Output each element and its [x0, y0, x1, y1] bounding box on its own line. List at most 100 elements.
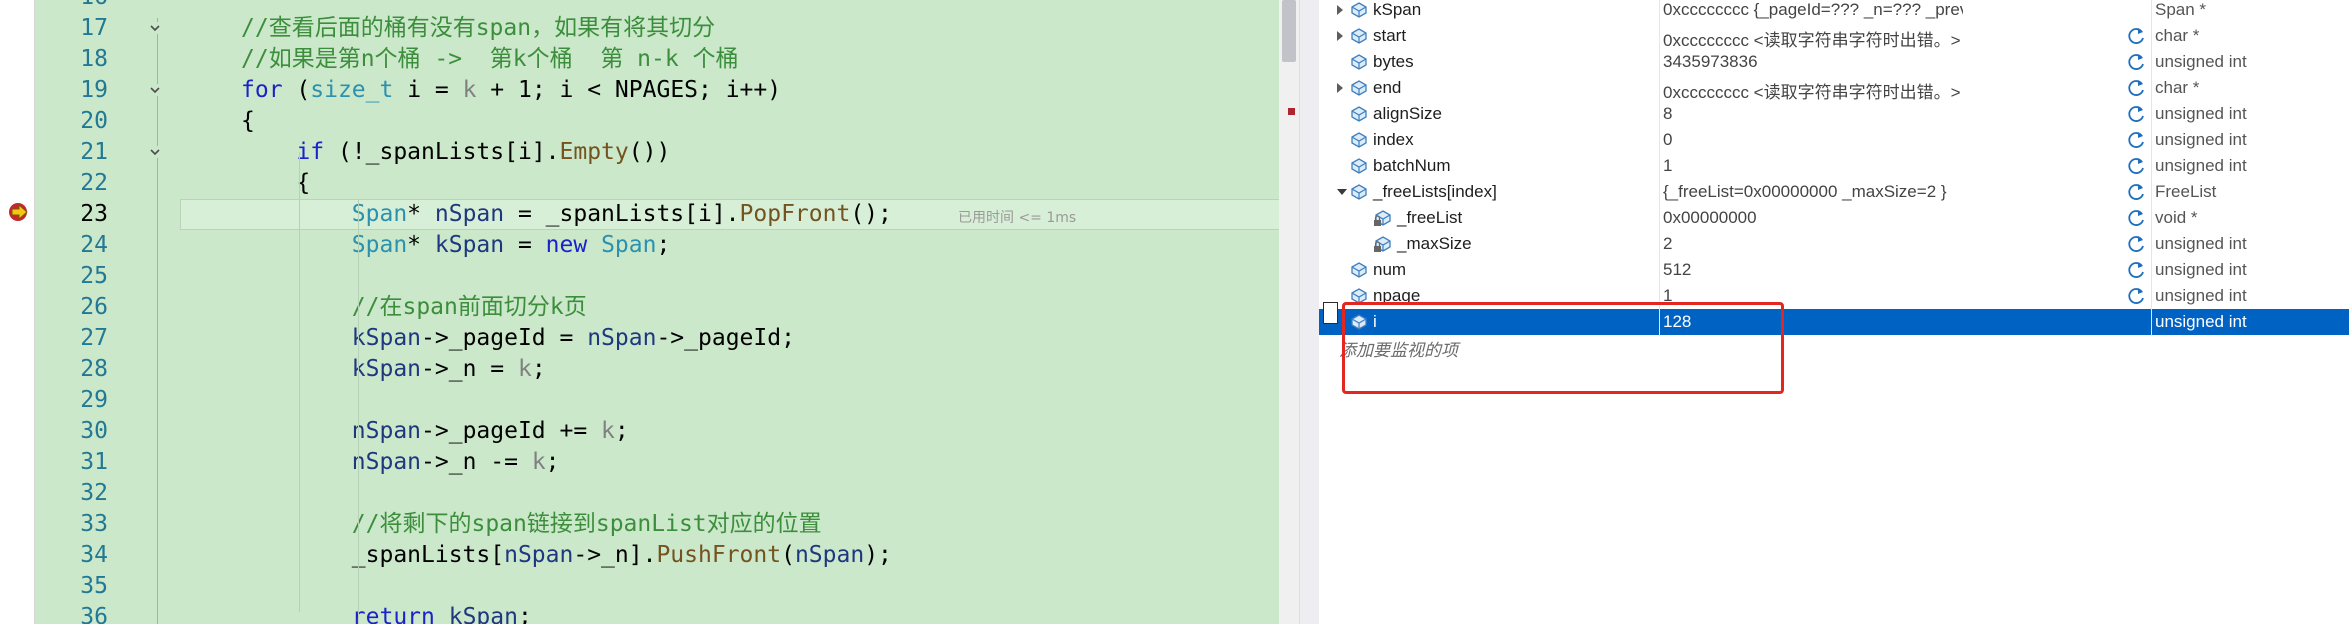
watch-name[interactable]: _freeLists[index]: [1373, 182, 1497, 202]
code-line[interactable]: 29: [35, 385, 1279, 416]
watch-name[interactable]: batchNum: [1373, 156, 1450, 176]
watch-row[interactable]: start 0xcccccccc <读取字符串字符时出错。> char *: [1319, 23, 2349, 51]
code-text[interactable]: for (size_t i = k + 1; i < NPAGES; i++): [241, 75, 781, 106]
code-text[interactable]: nSpan->_n -= k;: [241, 447, 560, 478]
watch-type: char *: [2155, 26, 2200, 45]
watch-value[interactable]: 0xcccccccc <读取字符串字符时出错。>: [1663, 78, 1963, 103]
code-line[interactable]: 31 nSpan->_n -= k;: [35, 447, 1279, 478]
editor-scroll-thumb[interactable]: [1282, 0, 1296, 62]
watch-row[interactable]: index 0 unsigned int: [1319, 127, 2349, 153]
refresh-icon[interactable]: [2127, 234, 2147, 254]
column-separator[interactable]: [2151, 0, 2152, 336]
code-text[interactable]: return kSpan;: [241, 602, 532, 624]
panel-splitter[interactable]: [1299, 0, 1320, 624]
watch-name[interactable]: _maxSize: [1397, 234, 1472, 254]
watch-name[interactable]: _freeList: [1397, 208, 1462, 228]
editor-vertical-scrollbar[interactable]: [1279, 0, 1299, 624]
expand-arrow-icon[interactable]: [1337, 31, 1343, 41]
code-text[interactable]: Span* kSpan = new Span;: [241, 230, 671, 261]
watch-value[interactable]: 8: [1663, 104, 1963, 124]
code-line[interactable]: 24 Span* kSpan = new Span;: [35, 230, 1279, 261]
code-text[interactable]: //将剩下的span链接到spanList对应的位置: [241, 509, 822, 540]
line-number: 17: [80, 15, 108, 41]
watch-value[interactable]: 0: [1663, 130, 1963, 150]
watch-row[interactable]: end 0xcccccccc <读取字符串字符时出错。> char *: [1319, 75, 2349, 103]
watch-name[interactable]: num: [1373, 260, 1406, 280]
refresh-icon[interactable]: [2127, 156, 2147, 176]
refresh-icon[interactable]: [2127, 52, 2147, 72]
refresh-icon[interactable]: [2127, 286, 2147, 306]
refresh-icon[interactable]: [2127, 130, 2147, 150]
watch-value[interactable]: {_freeList=0x00000000 _maxSize=2 }: [1663, 182, 1963, 202]
code-line[interactable]: 28 kSpan->_n = k;: [35, 354, 1279, 385]
refresh-icon[interactable]: [2127, 78, 2147, 98]
expand-arrow-icon[interactable]: [1337, 5, 1343, 15]
watch-name[interactable]: index: [1373, 130, 1414, 150]
code-text[interactable]: //如果是第n个桶 -> 第k个桶 第 n-k 个桶: [241, 44, 739, 75]
code-line[interactable]: 22 {: [35, 168, 1279, 199]
watch-row[interactable]: alignSize 8 unsigned int: [1319, 101, 2349, 127]
code-line[interactable]: 19 for (size_t i = k + 1; i < NPAGES; i++…: [35, 75, 1279, 106]
watch-name[interactable]: end: [1373, 78, 1401, 98]
code-line[interactable]: 36 return kSpan;: [35, 602, 1279, 624]
code-line[interactable]: 27 kSpan->_pageId = nSpan->_pageId;: [35, 323, 1279, 354]
watch-value[interactable]: 512: [1663, 260, 1963, 280]
code-text[interactable]: //查看后面的桶有没有span，如果有将其切分: [241, 13, 715, 44]
fold-chevron-icon[interactable]: [149, 22, 161, 34]
current-code-line[interactable]: 23 Span* nSpan = _spanLists[i].PopFront(…: [35, 199, 1279, 230]
watch-value[interactable]: 1: [1663, 156, 1963, 176]
refresh-icon[interactable]: [2127, 208, 2147, 228]
code-text[interactable]: if (!_spanLists[i].Empty()): [241, 137, 670, 168]
watch-row[interactable]: _freeList 0x00000000 void *: [1319, 205, 2349, 231]
watch-name[interactable]: bytes: [1373, 52, 1414, 72]
code-line[interactable]: 32: [35, 478, 1279, 509]
code-line[interactable]: 26 //在span前面切分k页: [35, 292, 1279, 323]
expand-arrow-icon[interactable]: [1337, 83, 1343, 93]
refresh-icon[interactable]: [2127, 182, 2147, 202]
watch-value[interactable]: 0xcccccccc {_pageId=??? _n=??? _prev=???…: [1663, 0, 1963, 20]
fold-chevron-icon[interactable]: [149, 146, 161, 158]
watch-row[interactable]: batchNum 1 unsigned int: [1319, 153, 2349, 179]
code-line[interactable]: 17 //查看后面的桶有没有span，如果有将其切分: [35, 13, 1279, 44]
code-token: k: [462, 77, 477, 103]
code-text[interactable]: {: [241, 106, 255, 137]
code-text[interactable]: Span* nSpan = _spanLists[i].PopFront();: [241, 199, 892, 230]
watch-name[interactable]: alignSize: [1373, 104, 1442, 124]
breakpoint-gutter[interactable]: [0, 0, 35, 624]
code-line[interactable]: 33 //将剩下的span链接到spanList对应的位置: [35, 509, 1279, 540]
code-line[interactable]: 21 if (!_spanLists[i].Empty()): [35, 137, 1279, 168]
watch-name[interactable]: start: [1373, 26, 1406, 46]
watch-row[interactable]: kSpan 0xcccccccc {_pageId=??? _n=??? _pre…: [1319, 0, 2349, 23]
refresh-icon[interactable]: [2127, 104, 2147, 124]
refresh-icon[interactable]: [2127, 26, 2147, 46]
watch-row[interactable]: _maxSize 2 unsigned int: [1319, 231, 2349, 257]
watch-name[interactable]: kSpan: [1373, 0, 1421, 20]
code-text[interactable]: kSpan->_pageId = nSpan->_pageId;: [241, 323, 795, 354]
code-line[interactable]: 20 {: [35, 106, 1279, 137]
code-line[interactable]: 35: [35, 571, 1279, 602]
watch-row[interactable]: _freeLists[index] {_freeList=0x00000000 _…: [1319, 179, 2349, 205]
code-text[interactable]: //在span前面切分k页: [241, 292, 587, 323]
code-text[interactable]: _spanLists[nSpan->_n].PushFront(nSpan);: [241, 540, 892, 571]
refresh-icon[interactable]: [2127, 260, 2147, 280]
watch-row[interactable]: num 512 unsigned int: [1319, 257, 2349, 283]
code-text[interactable]: kSpan->_n = k;: [241, 354, 546, 385]
code-line[interactable]: 34 _spanLists[nSpan->_n].PushFront(nSpan…: [35, 540, 1279, 571]
watch-type: char *: [2155, 78, 2200, 97]
column-separator[interactable]: [1659, 0, 1660, 336]
code-line[interactable]: 25: [35, 261, 1279, 292]
watch-value[interactable]: 3435973836: [1663, 52, 1963, 72]
code-line[interactable]: 30 nSpan->_pageId += k;: [35, 416, 1279, 447]
collapse-arrow-icon[interactable]: [1337, 189, 1347, 195]
code-line[interactable]: 18 //如果是第n个桶 -> 第k个桶 第 n-k 个桶: [35, 44, 1279, 75]
watch-value[interactable]: 0xcccccccc <读取字符串字符时出错。>: [1663, 26, 1963, 51]
code-editor[interactable]: 16 17 //查看后面的桶有没有span，如果有将其切分 18 //如果是第n个桶 -…: [0, 0, 1279, 624]
watch-value[interactable]: 0x00000000: [1663, 208, 1963, 228]
watch-value[interactable]: 2: [1663, 234, 1963, 254]
code-line[interactable]: 16: [35, 0, 1279, 13]
watch-row[interactable]: bytes 3435973836 unsigned int: [1319, 49, 2349, 75]
code-token: Span: [601, 232, 657, 258]
fold-chevron-icon[interactable]: [149, 84, 161, 96]
